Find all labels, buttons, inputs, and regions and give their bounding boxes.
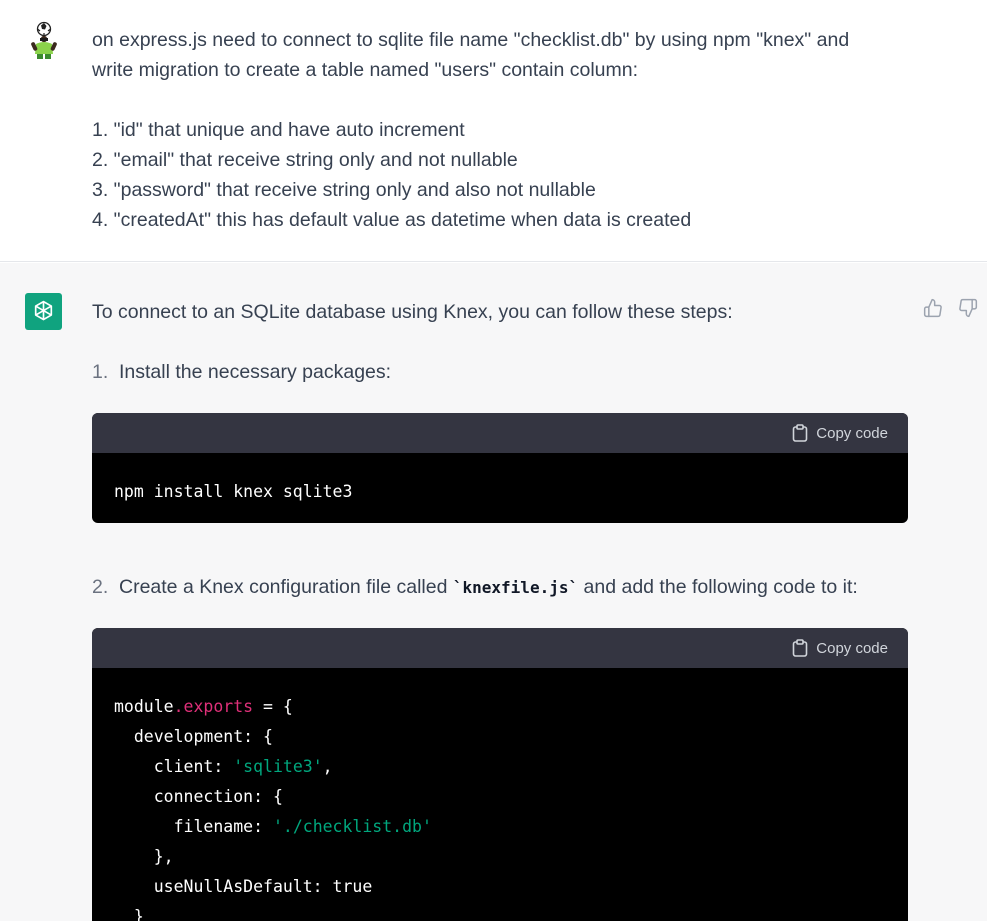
assistant-message: To connect to an SQLite database using K… [0,263,987,921]
step-item: 1. Install the necessary packages: [92,358,391,386]
code-line: development: { [114,727,273,746]
step-text: Create a Knex configuration file called [119,576,453,598]
step-item: 2. Create a Knex configuration file calle… [92,573,858,602]
step-number: 1. [92,361,109,383]
user-prompt-list-item: 1. "id" that unique and have auto increm… [92,119,465,141]
code-block-header: Copy code [92,413,908,453]
user-prompt-list-item: 4. "createdAt" this has default value as… [92,209,692,231]
code-line: }, [114,847,174,866]
user-prompt-list-item: 2. "email" that receive string only and … [92,149,518,171]
code-line: module.exports = { [114,697,293,716]
code-content: npm install knex sqlite3 [92,453,908,523]
step-text: Install the necessary packages: [119,361,392,383]
code-line: } [114,907,144,921]
code-block: Copy code npm install knex sqlite3 [92,413,908,523]
copy-code-button[interactable]: Copy code [792,424,888,442]
copy-code-label: Copy code [816,639,888,657]
user-prompt-line: on express.js need to connect to sqlite … [92,29,850,51]
code-block-header: Copy code [92,628,908,668]
thumbs-down-icon[interactable] [957,297,979,319]
step-number: 2. [92,576,109,598]
copy-code-button[interactable]: Copy code [792,639,888,657]
code-block: Copy code module.exports = { development… [92,628,908,921]
openai-logo-icon [25,293,62,330]
user-prompt-line: write migration to create a table named … [92,59,639,81]
code-line: npm install knex sqlite3 [114,482,353,501]
inline-code: `knexfile.js` [452,578,579,597]
step-text: and add the following code to it: [578,576,858,598]
clipboard-icon [792,639,808,657]
user-prompt-list-item: 3. "password" that receive string only a… [92,179,596,201]
code-line: filename: './checklist.db' [114,817,432,836]
code-content: module.exports = { development: { client… [92,668,908,921]
soccer-player-avatar-icon [26,20,62,60]
code-line: connection: { [114,787,283,806]
user-message: on express.js need to connect to sqlite … [0,0,987,262]
code-line: useNullAsDefault: true [114,877,373,896]
copy-code-label: Copy code [816,424,888,442]
thumbs-up-icon[interactable] [922,297,944,319]
assistant-intro: To connect to an SQLite database using K… [92,301,733,323]
user-prompt-text: on express.js need to connect to sqlite … [92,25,892,235]
code-line: client: 'sqlite3', [114,757,333,776]
clipboard-icon [792,424,808,442]
